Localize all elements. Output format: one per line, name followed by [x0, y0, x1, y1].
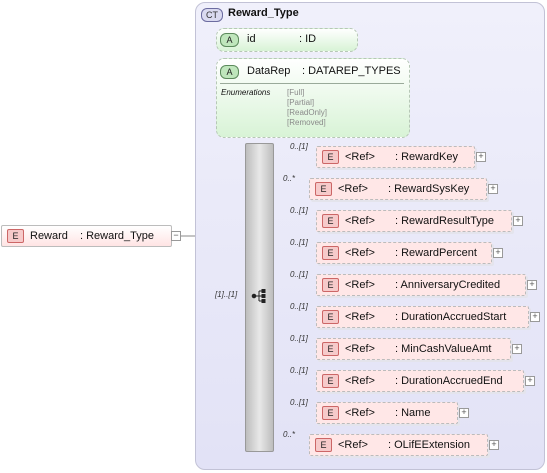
- element-badge: E: [322, 150, 339, 164]
- expand-icon[interactable]: +: [513, 216, 523, 226]
- enumerations-label: Enumerations: [221, 88, 271, 97]
- ref-label: <Ref>: [345, 247, 375, 259]
- element-ref[interactable]: E <Ref> : RewardSysKey: [309, 178, 487, 200]
- element-multiplicity: 0..*: [283, 174, 296, 183]
- root-element-reward[interactable]: E Reward : Reward_Type: [1, 225, 172, 247]
- element-badge: E: [322, 310, 339, 324]
- element-name: : RewardPercent: [395, 247, 477, 259]
- element-ref[interactable]: E <Ref> : RewardResultType: [316, 210, 512, 232]
- element-name: : Name: [395, 407, 431, 419]
- element-name: : AnniversaryCredited: [395, 279, 501, 291]
- element-multiplicity: 0..[1]: [290, 238, 308, 247]
- collapse-icon[interactable]: −: [171, 231, 181, 241]
- ref-label: <Ref>: [345, 279, 375, 291]
- element-name: : DurationAccruedStart: [395, 311, 507, 323]
- element-badge: E: [322, 246, 339, 260]
- ref-label: <Ref>: [345, 375, 375, 387]
- root-element-name: Reward: [30, 230, 68, 242]
- attribute-id[interactable]: A id : ID: [216, 28, 358, 52]
- ref-label: <Ref>: [338, 439, 368, 451]
- element-ref[interactable]: E <Ref> : RewardPercent: [316, 242, 492, 264]
- enumeration-value: [Full]: [287, 88, 305, 97]
- enumeration-value: [ReadOnly]: [287, 108, 328, 117]
- element-name: : RewardKey: [395, 151, 458, 163]
- enumeration-value: [Partial]: [287, 98, 315, 107]
- element-multiplicity: 0..[1]: [290, 270, 308, 279]
- attribute-divider: [220, 83, 404, 84]
- ref-label: <Ref>: [345, 407, 375, 419]
- expand-icon[interactable]: +: [459, 408, 469, 418]
- ref-label: <Ref>: [338, 183, 368, 195]
- element-ref[interactable]: E <Ref> : OLifEExtension: [309, 434, 488, 456]
- expand-icon[interactable]: +: [488, 184, 498, 194]
- element-badge: E: [322, 342, 339, 356]
- expand-icon[interactable]: +: [530, 312, 540, 322]
- attribute-badge: A: [220, 65, 239, 79]
- expand-icon[interactable]: +: [493, 248, 503, 258]
- expand-icon[interactable]: +: [525, 376, 535, 386]
- attribute-datarep-type: : DATAREP_TYPES: [302, 65, 401, 77]
- expand-icon[interactable]: +: [512, 344, 522, 354]
- element-multiplicity: 0..*: [283, 430, 296, 439]
- element-multiplicity: 0..[1]: [290, 366, 308, 375]
- attribute-badge: A: [220, 33, 239, 47]
- element-multiplicity: 0..[1]: [290, 398, 308, 407]
- element-badge: E: [322, 406, 339, 420]
- element-badge: E: [322, 374, 339, 388]
- element-multiplicity: 0..[1]: [290, 302, 308, 311]
- ref-label: <Ref>: [345, 215, 375, 227]
- attribute-datarep-name: DataRep: [247, 65, 291, 77]
- sequence-multiplicity: [1]..[1]: [215, 290, 238, 299]
- element-multiplicity: 0..[1]: [290, 334, 308, 343]
- attribute-datarep[interactable]: A DataRep : DATAREP_TYPES Enumerations […: [216, 58, 410, 138]
- element-multiplicity: 0..[1]: [290, 142, 308, 151]
- element-ref[interactable]: E <Ref> : MinCashValueAmt: [316, 338, 511, 360]
- element-badge: E: [315, 438, 332, 452]
- element-name: : DurationAccruedEnd: [395, 375, 503, 387]
- expand-icon[interactable]: +: [527, 280, 537, 290]
- element-ref[interactable]: E <Ref> : Name: [316, 402, 458, 424]
- complex-type-badge: CT: [201, 8, 223, 22]
- element-ref[interactable]: E <Ref> : DurationAccruedStart: [316, 306, 529, 328]
- expand-icon[interactable]: +: [476, 152, 486, 162]
- ref-label: <Ref>: [345, 311, 375, 323]
- element-ref[interactable]: E <Ref> : DurationAccruedEnd: [316, 370, 524, 392]
- element-badge: E: [322, 278, 339, 292]
- element-name: : RewardResultType: [395, 215, 495, 227]
- ref-label: <Ref>: [345, 343, 375, 355]
- expand-icon[interactable]: +: [489, 440, 499, 450]
- ref-label: <Ref>: [345, 151, 375, 163]
- element-name: : MinCashValueAmt: [395, 343, 492, 355]
- enumeration-value: [Removed]: [287, 118, 326, 127]
- attribute-id-type: : ID: [299, 33, 317, 45]
- root-element-type: : Reward_Type: [80, 230, 154, 242]
- element-ref[interactable]: E <Ref> : RewardKey: [316, 146, 475, 168]
- element-badge: E: [315, 182, 332, 196]
- sequence-icon: [251, 289, 266, 303]
- element-badge: E: [322, 214, 339, 228]
- element-name: : OLifEExtension: [388, 439, 470, 451]
- element-badge: E: [7, 229, 24, 243]
- element-ref[interactable]: E <Ref> : AnniversaryCredited: [316, 274, 526, 296]
- enumeration-list: [Full] [Partial] [ReadOnly] [Removed]: [287, 88, 327, 128]
- element-multiplicity: 0..[1]: [290, 206, 308, 215]
- complex-type-name: Reward_Type: [228, 7, 299, 19]
- element-name: : RewardSysKey: [388, 183, 470, 195]
- attribute-id-name: id: [247, 33, 256, 45]
